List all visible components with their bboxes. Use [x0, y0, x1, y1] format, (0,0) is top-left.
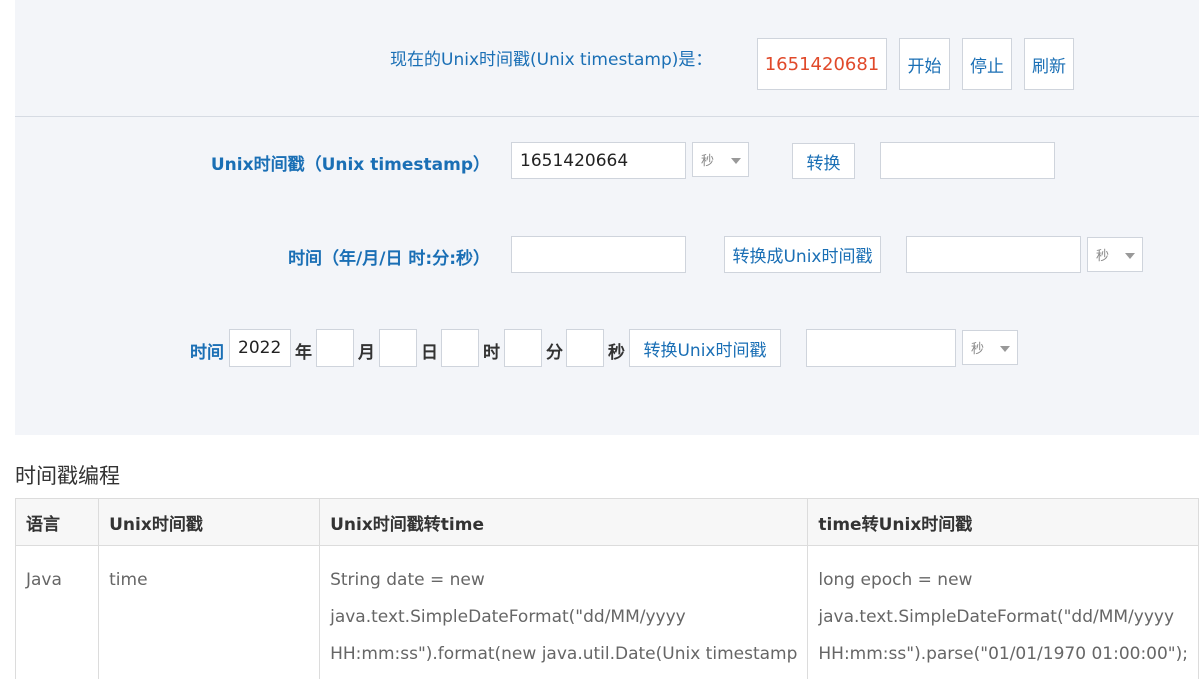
- fields-unit-select[interactable]: 秒: [962, 330, 1018, 365]
- current-timestamp-display: 1651420681: [757, 38, 887, 90]
- month-input[interactable]: [316, 329, 354, 367]
- stop-button[interactable]: 停止: [962, 38, 1012, 90]
- current-timestamp-value: 1651420681: [764, 53, 880, 75]
- code-line: java.text.SimpleDateFormat("dd/MM/yyyy: [330, 607, 686, 627]
- datetime-input[interactable]: [511, 236, 686, 273]
- fields-unit-value: 秒: [971, 342, 985, 357]
- timestamp-unit-select[interactable]: 秒: [692, 142, 749, 177]
- minute-unit: 分: [546, 343, 563, 363]
- current-timestamp-label: 现在的Unix时间戳(Unix timestamp)是：: [390, 50, 713, 70]
- code-line: long epoch = new: [818, 570, 973, 590]
- code-line: String date = new: [330, 570, 485, 590]
- hour-unit: 时: [483, 343, 500, 363]
- section-title: 时间戳编程: [15, 464, 120, 488]
- start-button[interactable]: 开始: [899, 38, 950, 90]
- convert-button[interactable]: 转换: [792, 143, 855, 179]
- panel-divider: [15, 116, 1199, 117]
- code-line: HH:mm:ss").parse("01/01/1970 01:00:00");: [818, 644, 1188, 664]
- result-unit-select[interactable]: 秒: [1087, 237, 1143, 272]
- cell-to-time: String date = new java.text.SimpleDateFo…: [319, 545, 809, 679]
- table-header-row: 语言 Unix时间戳 Unix时间戳转time time转Unix时间戳: [14, 498, 1199, 546]
- unix-timestamp-label: Unix时间戳（Unix timestamp）: [210, 155, 490, 175]
- code-line: java.text.SimpleDateFormat("dd/MM/yyyy: [818, 607, 1175, 627]
- year-input[interactable]: 2022: [229, 329, 291, 367]
- chevron-down-icon: [1000, 345, 1010, 352]
- column-header-language: 语言: [14, 498, 100, 546]
- second-input[interactable]: [566, 329, 604, 367]
- code-line: HH:mm:ss").format(new java.util.Date(Uni…: [330, 644, 798, 664]
- result-unit-value: 秒: [1096, 249, 1110, 264]
- code-table: 语言 Unix时间戳 Unix时间戳转time time转Unix时间戳 Jav…: [14, 498, 1199, 679]
- column-header-timestamp: Unix时间戳: [98, 498, 321, 546]
- convert-fields-button[interactable]: 转换Unix时间戳: [629, 329, 781, 367]
- timestamp-unit-value: 秒: [701, 154, 715, 169]
- converted-time-output[interactable]: [880, 142, 1055, 179]
- convert-to-unix-button[interactable]: 转换成Unix时间戳: [724, 236, 881, 273]
- time-fields-label: 时间: [190, 343, 224, 363]
- second-unit: 秒: [608, 343, 625, 363]
- minute-input[interactable]: [504, 329, 542, 367]
- chevron-down-icon: [731, 157, 741, 164]
- chevron-down-icon: [1125, 252, 1135, 259]
- fields-timestamp-output[interactable]: [806, 329, 956, 367]
- day-unit: 日: [421, 343, 438, 363]
- year-unit: 年: [295, 343, 312, 363]
- day-input[interactable]: [379, 329, 417, 367]
- datetime-label: 时间（年/月/日 时:分:秒）: [288, 249, 490, 269]
- unix-timestamp-input[interactable]: 1651420664: [511, 142, 686, 179]
- converted-timestamp-output[interactable]: [906, 236, 1081, 273]
- column-header-to-time: Unix时间戳转time: [319, 498, 809, 546]
- cell-timestamp: time: [98, 545, 321, 679]
- month-unit: 月: [358, 343, 375, 363]
- refresh-button[interactable]: 刷新: [1024, 38, 1074, 90]
- cell-to-unix: long epoch = new java.text.SimpleDateFor…: [807, 545, 1199, 679]
- cell-language: Java: [14, 545, 100, 679]
- hour-input[interactable]: [441, 329, 479, 367]
- table-row: Java time String date = new java.text.Si…: [14, 545, 1199, 679]
- column-header-to-unix: time转Unix时间戳: [807, 498, 1199, 546]
